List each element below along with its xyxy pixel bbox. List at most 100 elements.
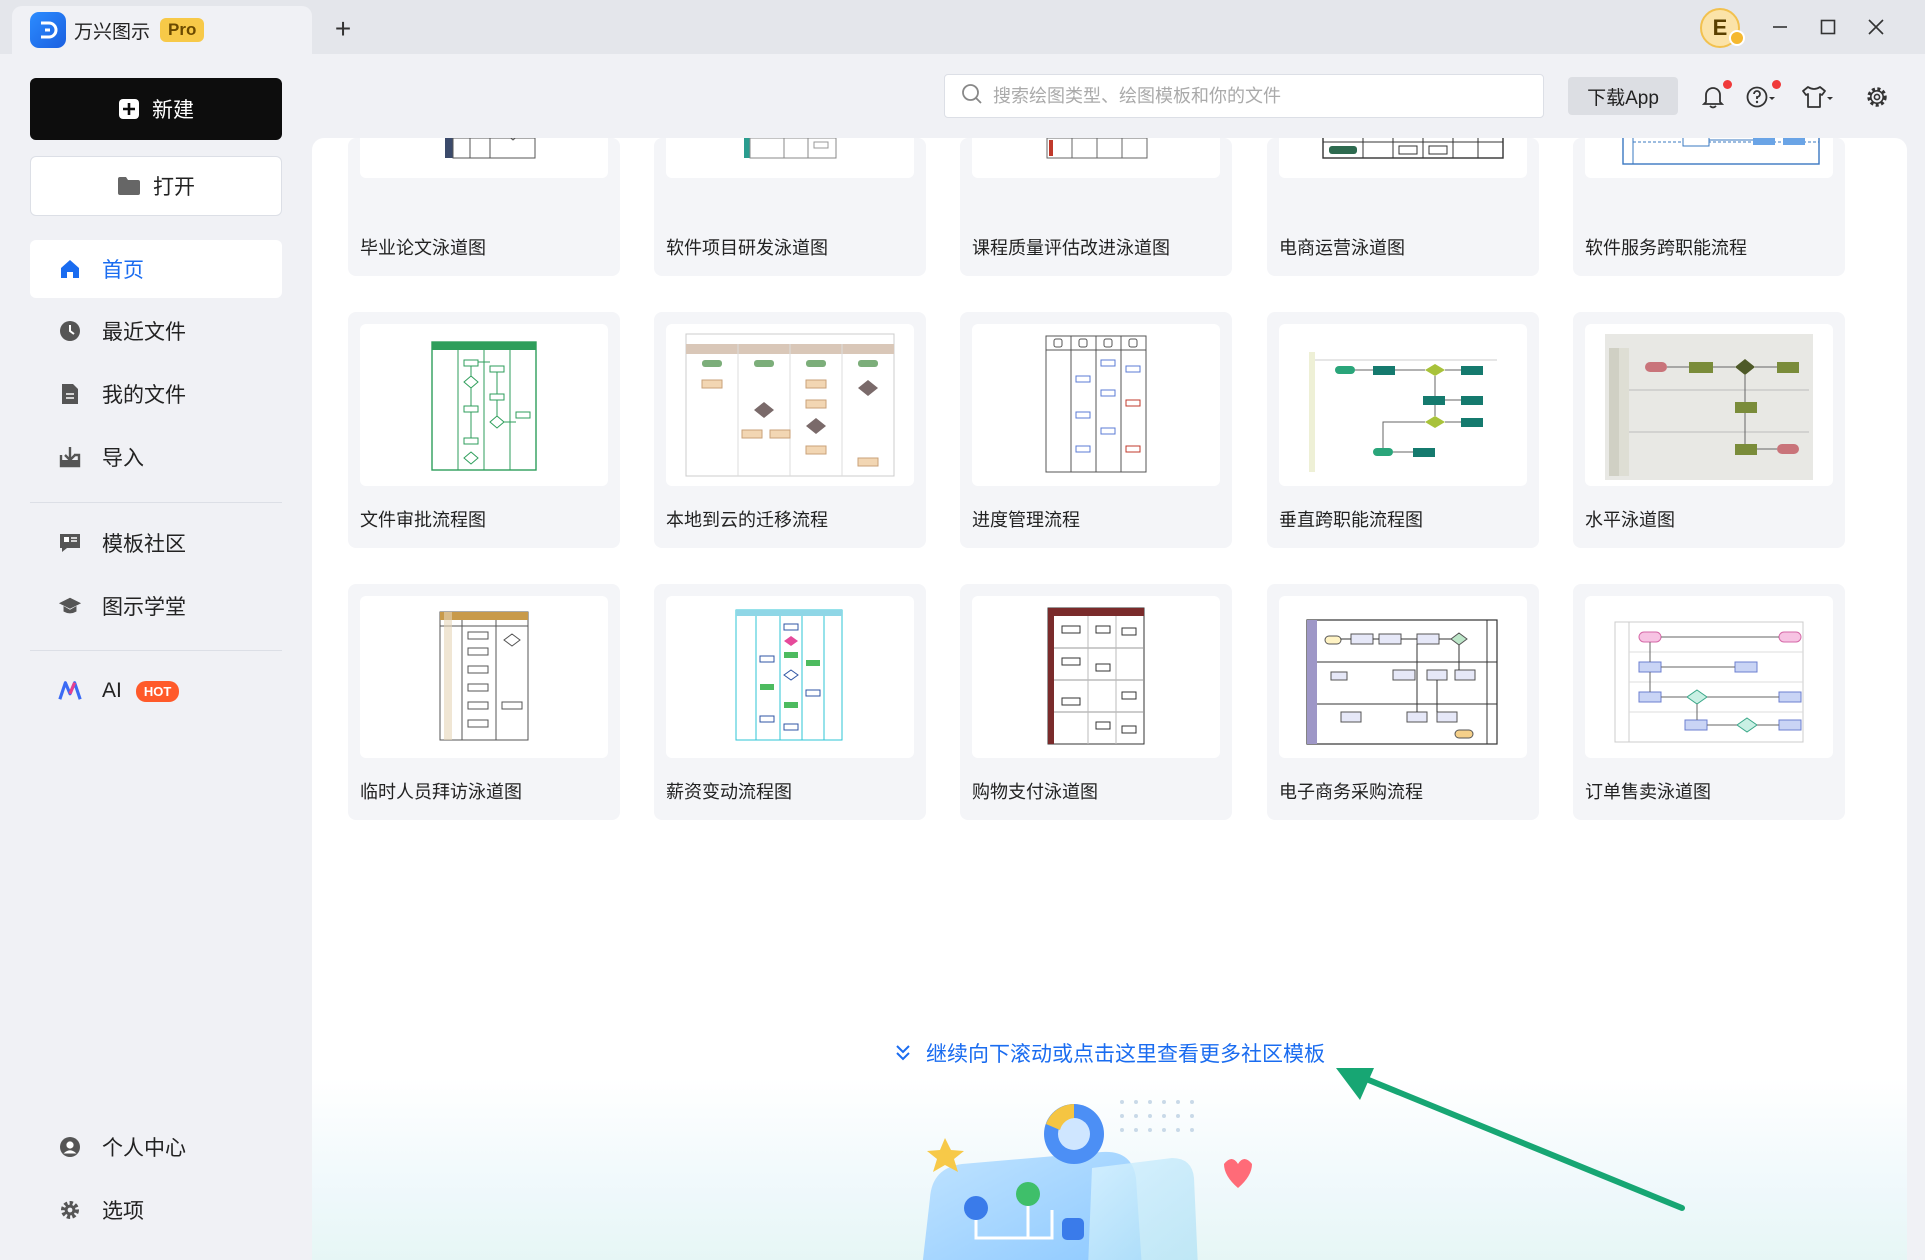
template-thumbnail: [972, 324, 1220, 486]
nav-item-label: 首页: [102, 259, 144, 282]
template-title: 软件项目研发泳道图: [666, 238, 828, 258]
theme-shirt-icon[interactable]: [1800, 80, 1834, 114]
nav-item-label: 图示学堂: [102, 596, 186, 619]
import-icon: [58, 445, 82, 469]
template-card[interactable]: 垂直跨职能流程图: [1267, 312, 1539, 548]
template-card[interactable]: 电商运营泳道图: [1267, 138, 1539, 276]
template-thumbnail: [972, 596, 1220, 758]
nav-item-label: 最近文件: [102, 321, 186, 344]
nav-item-import[interactable]: 导入: [30, 428, 282, 486]
nav-item-recent[interactable]: 最近文件: [30, 302, 282, 360]
sidebar: 新建 打开 首页 最近文件 我的文件 导入 模板社区 图示学堂 AI HOT 个…: [0, 54, 310, 1260]
template-thumbnail: [360, 138, 608, 178]
new-button[interactable]: 新建: [30, 78, 282, 140]
template-card[interactable]: 临时人员拜访泳道图: [348, 584, 620, 820]
help-notification-dot: [1772, 80, 1781, 89]
nav-item-label: 选项: [102, 1200, 144, 1223]
new-tab-button[interactable]: +: [326, 12, 360, 46]
folder-icon: [117, 176, 141, 196]
new-button-label: 新建: [152, 99, 194, 122]
template-title: 临时人员拜访泳道图: [360, 782, 522, 802]
nav-item-template-community[interactable]: 模板社区: [30, 514, 282, 572]
community-illustration: [922, 1100, 1252, 1260]
vip-crown-icon: [1729, 30, 1745, 46]
nav-item-label: AI: [102, 679, 122, 702]
template-thumbnail: [1585, 596, 1833, 758]
search-icon: [961, 83, 983, 110]
nav-item-profile[interactable]: 个人中心: [30, 1118, 282, 1176]
settings-gear-icon[interactable]: [1860, 80, 1894, 114]
template-title: 水平泳道图: [1585, 510, 1675, 530]
template-title: 文件审批流程图: [360, 510, 486, 530]
nav-item-label: 导入: [102, 447, 144, 470]
minimize-button[interactable]: [1762, 10, 1798, 44]
annotation-arrow: [1336, 1068, 1685, 1211]
template-card[interactable]: 本地到云的迁移流程: [654, 312, 926, 548]
nav-item-label: 我的文件: [102, 384, 186, 407]
template-card[interactable]: 水平泳道图: [1573, 312, 1845, 548]
template-thumbnail: [666, 138, 914, 178]
clock-icon: [58, 319, 82, 343]
template-title: 本地到云的迁移流程: [666, 510, 828, 530]
open-button-label: 打开: [153, 176, 195, 199]
nav-item-ai[interactable]: AI HOT: [30, 662, 282, 720]
template-card[interactable]: 薪资变动流程图: [654, 584, 926, 820]
template-title: 购物支付泳道图: [972, 782, 1098, 802]
template-thumbnail: [1585, 324, 1833, 486]
template-title: 进度管理流程: [972, 510, 1080, 530]
template-title: 电商运营泳道图: [1279, 238, 1405, 258]
nav-divider: [30, 502, 282, 503]
nav-item-options[interactable]: 选项: [30, 1181, 282, 1239]
nav-item-label: 个人中心: [102, 1137, 186, 1160]
template-card[interactable]: 软件项目研发泳道图: [654, 138, 926, 276]
pro-badge: Pro: [160, 18, 205, 42]
template-card[interactable]: 订单售卖泳道图: [1573, 584, 1845, 820]
hot-badge: HOT: [135, 680, 180, 702]
template-card[interactable]: 软件服务跨职能流程: [1573, 138, 1845, 276]
template-title: 垂直跨职能流程图: [1279, 510, 1423, 530]
template-thumbnail: [1279, 596, 1527, 758]
template-thumbnail: [1279, 324, 1527, 486]
template-title: 薪资变动流程图: [666, 782, 792, 802]
community-icon: [58, 531, 82, 555]
template-card[interactable]: 电子商务采购流程: [1267, 584, 1539, 820]
template-thumbnail: [666, 324, 914, 486]
nav-item-home[interactable]: 首页: [30, 240, 282, 298]
template-title: 订单售卖泳道图: [1585, 782, 1711, 802]
template-thumbnail: [1279, 138, 1527, 178]
template-title: 电子商务采购流程: [1279, 782, 1423, 802]
app-name: 万兴图示: [74, 21, 151, 43]
maximize-button[interactable]: [1810, 10, 1846, 44]
template-card[interactable]: 课程质量评估改进泳道图: [960, 138, 1232, 276]
template-card[interactable]: 文件审批流程图: [348, 312, 620, 548]
search-box[interactable]: [944, 74, 1544, 118]
plus-square-icon: [118, 98, 140, 120]
template-thumbnail: [360, 596, 608, 758]
close-button[interactable]: [1858, 10, 1894, 44]
user-icon: [58, 1135, 82, 1159]
nav-item-academy[interactable]: 图示学堂: [30, 577, 282, 635]
ai-icon: [58, 679, 82, 703]
template-thumbnail: [1585, 138, 1833, 178]
open-button[interactable]: 打开: [30, 156, 282, 216]
search-input[interactable]: [993, 85, 1533, 107]
template-title: 课程质量评估改进泳道图: [972, 238, 1170, 258]
template-card[interactable]: 购物支付泳道图: [960, 584, 1232, 820]
title-bar: 万兴图示 Pro + E: [0, 0, 1925, 54]
app-tab[interactable]: 万兴图示 Pro: [12, 6, 312, 54]
template-card[interactable]: 进度管理流程: [960, 312, 1232, 548]
file-icon: [58, 382, 82, 406]
nav-item-label: 模板社区: [102, 533, 186, 556]
template-thumbnail: [972, 138, 1220, 178]
home-icon: [58, 257, 82, 281]
gear-icon: [58, 1198, 82, 1222]
nav-item-my-files[interactable]: 我的文件: [30, 365, 282, 423]
template-title: 软件服务跨职能流程: [1585, 238, 1747, 258]
template-thumbnail: [360, 324, 608, 486]
template-card[interactable]: 毕业论文泳道图: [348, 138, 620, 276]
graduation-cap-icon: [58, 594, 82, 618]
download-app-button[interactable]: 下载App: [1568, 77, 1678, 115]
template-thumbnail: [666, 596, 914, 758]
nav-divider: [30, 650, 282, 651]
template-title: 毕业论文泳道图: [360, 238, 486, 258]
